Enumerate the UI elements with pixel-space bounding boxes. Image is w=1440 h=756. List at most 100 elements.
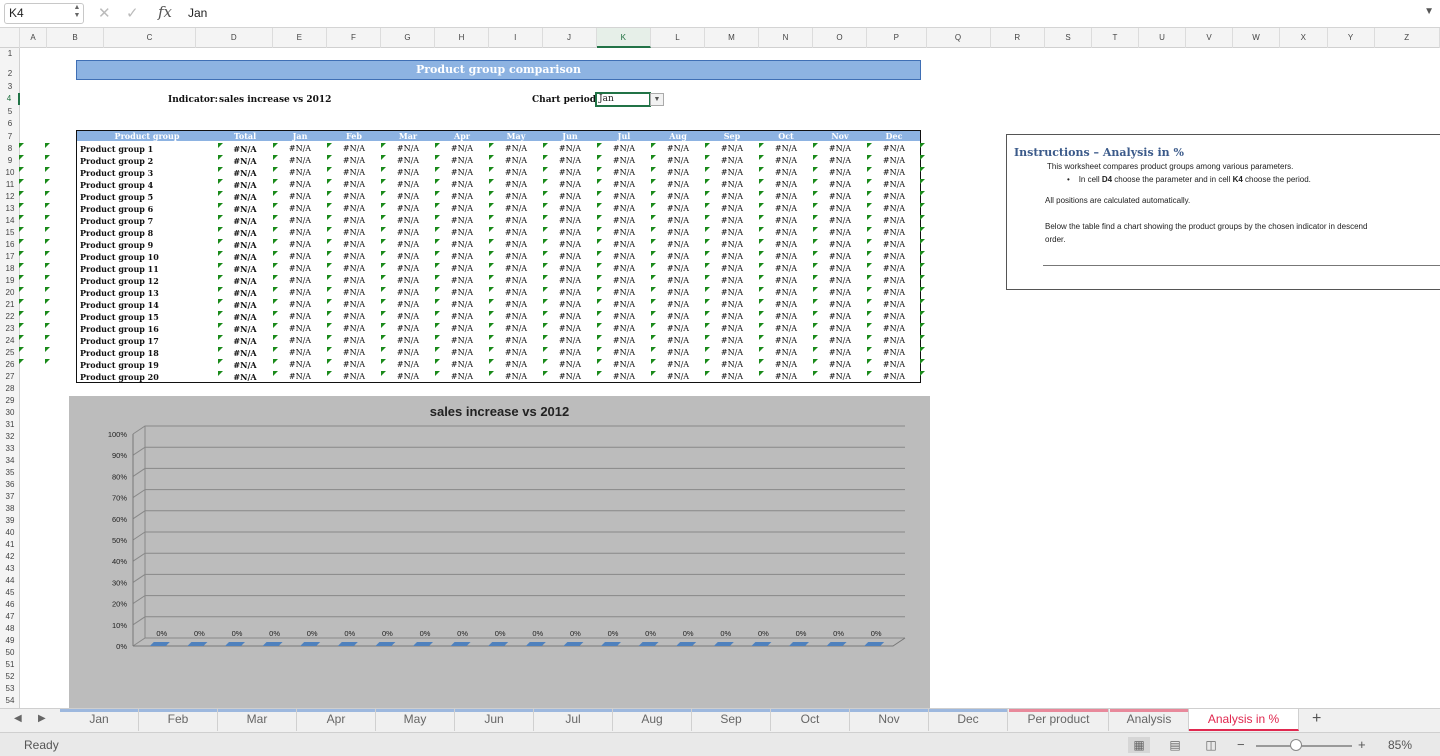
table-cell[interactable]: #N/A	[599, 167, 649, 179]
table-cell[interactable]: #N/A	[437, 143, 487, 155]
table-cell[interactable]: #N/A	[220, 299, 270, 311]
table-cell[interactable]: #N/A	[815, 227, 865, 239]
table-cell[interactable]: #N/A	[761, 275, 811, 287]
table-cell[interactable]: #N/A	[383, 227, 433, 239]
table-cell[interactable]: #N/A	[545, 347, 595, 359]
column-header-k[interactable]: K	[596, 28, 651, 48]
table-cell[interactable]: #N/A	[220, 251, 270, 263]
table-cell[interactable]: #N/A	[815, 323, 865, 335]
row-header-31[interactable]: 31	[0, 419, 20, 431]
table-cell[interactable]: #N/A	[761, 263, 811, 275]
table-cell[interactable]: #N/A	[869, 155, 919, 167]
table-cell[interactable]: #N/A	[545, 287, 595, 299]
table-cell[interactable]: #N/A	[599, 275, 649, 287]
row-header-28[interactable]: 28	[0, 383, 20, 395]
row-header-26[interactable]: 26	[0, 359, 20, 371]
table-cell[interactable]: #N/A	[707, 155, 757, 167]
zoom-out-icon[interactable]: −	[1237, 737, 1245, 752]
table-cell[interactable]: #N/A	[437, 263, 487, 275]
table-cell[interactable]: #N/A	[545, 263, 595, 275]
column-header-f[interactable]: F	[327, 28, 381, 48]
table-cell[interactable]: #N/A	[329, 227, 379, 239]
sheet-tab-per-product[interactable]: Per product	[1009, 709, 1109, 731]
row-header-13[interactable]: 13	[0, 203, 20, 215]
table-cell[interactable]: #N/A	[815, 143, 865, 155]
column-header-s[interactable]: S	[1045, 28, 1092, 48]
table-cell[interactable]: #N/A	[545, 251, 595, 263]
table-cell[interactable]: #N/A	[383, 203, 433, 215]
row-header-23[interactable]: 23	[0, 323, 20, 335]
row-header-54[interactable]: 54	[0, 695, 20, 707]
row-header-16[interactable]: 16	[0, 239, 20, 251]
table-cell[interactable]: #N/A	[545, 143, 595, 155]
sheet-tab-dec[interactable]: Dec	[929, 709, 1008, 731]
table-cell[interactable]: #N/A	[707, 239, 757, 251]
table-cell[interactable]: #N/A	[869, 167, 919, 179]
table-cell[interactable]: #N/A	[275, 251, 325, 263]
row-header-41[interactable]: 41	[0, 539, 20, 551]
table-cell[interactable]: #N/A	[545, 239, 595, 251]
table-cell[interactable]: #N/A	[437, 251, 487, 263]
table-cell[interactable]: #N/A	[491, 275, 541, 287]
table-cell[interactable]: #N/A	[869, 227, 919, 239]
table-cell[interactable]: #N/A	[707, 251, 757, 263]
table-cell[interactable]: #N/A	[599, 191, 649, 203]
table-cell[interactable]: #N/A	[761, 323, 811, 335]
row-header-4[interactable]: 4	[0, 93, 20, 105]
column-header-h[interactable]: H	[435, 28, 489, 48]
table-cell[interactable]: #N/A	[275, 239, 325, 251]
table-cell[interactable]: #N/A	[329, 167, 379, 179]
sheet-tab-nov[interactable]: Nov	[850, 709, 929, 731]
row-header-40[interactable]: 40	[0, 527, 20, 539]
column-header-n[interactable]: N	[759, 28, 813, 48]
table-cell[interactable]: #N/A	[707, 347, 757, 359]
table-cell[interactable]: #N/A	[491, 179, 541, 191]
table-cell[interactable]: #N/A	[653, 359, 703, 371]
row-header-19[interactable]: 19	[0, 275, 20, 287]
table-cell[interactable]: #N/A	[437, 203, 487, 215]
table-cell[interactable]: #N/A	[815, 203, 865, 215]
table-cell[interactable]: #N/A	[869, 143, 919, 155]
table-cell[interactable]: #N/A	[383, 275, 433, 287]
column-header-w[interactable]: W	[1233, 28, 1280, 48]
table-cell[interactable]: #N/A	[220, 287, 270, 299]
table-cell[interactable]: #N/A	[437, 335, 487, 347]
table-cell[interactable]: #N/A	[869, 203, 919, 215]
table-cell[interactable]: #N/A	[329, 203, 379, 215]
table-cell[interactable]: #N/A	[437, 239, 487, 251]
table-cell[interactable]: #N/A	[815, 335, 865, 347]
table-cell[interactable]: #N/A	[761, 287, 811, 299]
table-cell[interactable]: #N/A	[275, 359, 325, 371]
row-header-2[interactable]: 2	[0, 68, 20, 80]
row-header-34[interactable]: 34	[0, 455, 20, 467]
column-header-m[interactable]: M	[705, 28, 759, 48]
table-cell[interactable]: #N/A	[707, 335, 757, 347]
column-header-d[interactable]: D	[196, 28, 273, 48]
table-cell[interactable]: #N/A	[383, 299, 433, 311]
table-cell[interactable]: #N/A	[761, 311, 811, 323]
row-header-29[interactable]: 29	[0, 395, 20, 407]
table-cell[interactable]: #N/A	[437, 359, 487, 371]
table-cell[interactable]: #N/A	[653, 323, 703, 335]
row-header-52[interactable]: 52	[0, 671, 20, 683]
table-cell[interactable]: #N/A	[761, 191, 811, 203]
table-cell[interactable]: #N/A	[869, 335, 919, 347]
table-cell[interactable]: #N/A	[545, 167, 595, 179]
table-cell[interactable]: #N/A	[437, 155, 487, 167]
formula-input[interactable]: Jan	[188, 6, 207, 20]
table-cell[interactable]: #N/A	[653, 227, 703, 239]
table-cell[interactable]: #N/A	[329, 287, 379, 299]
table-cell[interactable]: #N/A	[383, 143, 433, 155]
add-sheet-icon[interactable]: +	[1312, 710, 1321, 728]
table-cell[interactable]: #N/A	[275, 263, 325, 275]
table-cell[interactable]: #N/A	[653, 203, 703, 215]
row-header-51[interactable]: 51	[0, 659, 20, 671]
table-cell[interactable]: #N/A	[545, 311, 595, 323]
table-cell[interactable]: #N/A	[275, 179, 325, 191]
table-cell[interactable]: #N/A	[437, 323, 487, 335]
table-cell[interactable]: #N/A	[491, 311, 541, 323]
table-cell[interactable]: #N/A	[815, 359, 865, 371]
table-cell[interactable]: #N/A	[275, 215, 325, 227]
table-cell[interactable]: #N/A	[815, 179, 865, 191]
table-cell[interactable]: #N/A	[869, 179, 919, 191]
